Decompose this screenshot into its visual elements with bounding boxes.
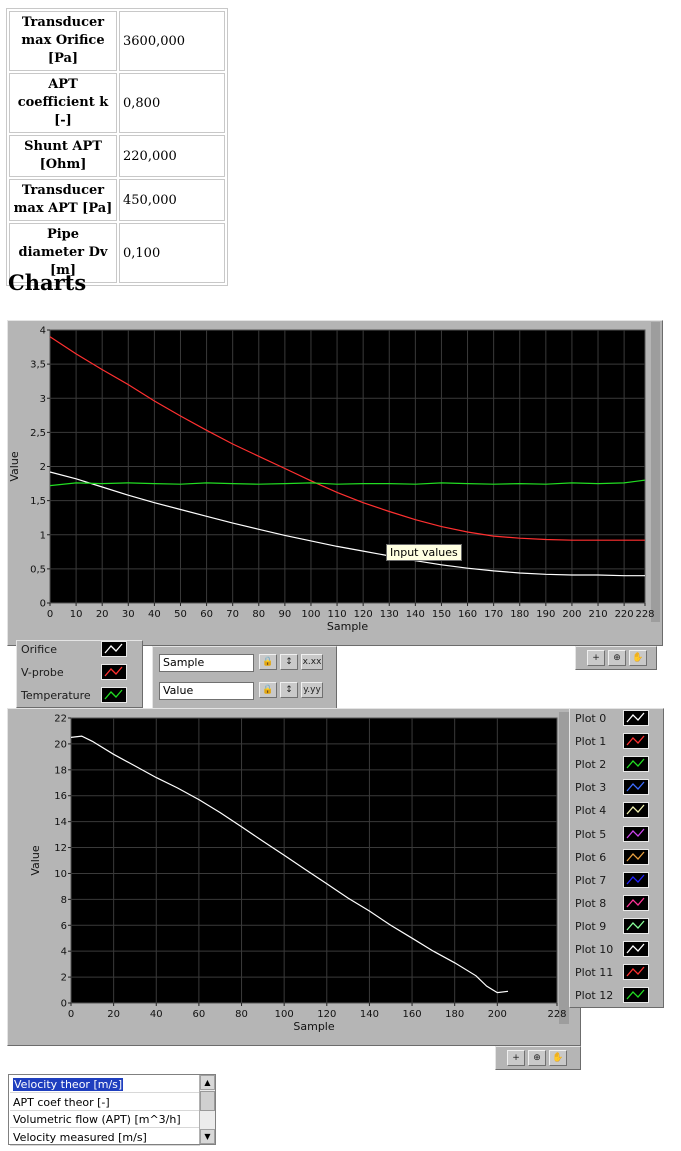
plot-swatch-icon[interactable]: [623, 710, 649, 726]
param-label: Transducer max Orifice [Pa]: [9, 11, 117, 71]
parameter-table: Transducer max Orifice [Pa] 3600,000 APT c…: [6, 8, 228, 286]
legend-entry[interactable]: Plot 7: [575, 871, 655, 891]
legend-label: Plot 3: [575, 781, 607, 795]
legend-label: Plot 1: [575, 735, 607, 749]
param-row: Transducer max Orifice [Pa] 3600,000: [9, 11, 225, 71]
plot-swatch-icon[interactable]: [623, 941, 649, 957]
tooltip: Input values: [386, 544, 462, 561]
legend-entry[interactable]: Plot 1: [575, 732, 655, 752]
section-title: Charts: [8, 270, 87, 295]
plot-swatch-icon[interactable]: [101, 664, 127, 680]
y-axis-lock-button[interactable]: 🔒: [259, 682, 277, 698]
legend-label: Plot 7: [575, 873, 607, 887]
legend-label: Plot 12: [575, 989, 614, 1003]
param-row: APT coefficient k [-] 0,800: [9, 73, 225, 133]
variable-listbox[interactable]: Velocity theor [m/s] APT coef theor [-] Vo…: [8, 1074, 216, 1146]
legend-entry[interactable]: Plot 8: [575, 894, 655, 914]
plot-swatch-icon[interactable]: [101, 641, 127, 657]
legend-entry[interactable]: Plot 6: [575, 848, 655, 868]
plot-swatch-icon[interactable]: [623, 917, 649, 934]
plot-swatch-icon[interactable]: [623, 964, 649, 981]
plot-swatch-icon[interactable]: [623, 756, 649, 773]
plot-swatch-icon[interactable]: [623, 733, 649, 750]
listbox-item[interactable]: APT coef theor [-]: [10, 1094, 200, 1111]
cursor-tool-icon[interactable]: +: [507, 1050, 525, 1066]
plot-swatch-icon[interactable]: [623, 779, 649, 796]
legend-entry[interactable]: Plot 3: [575, 778, 655, 798]
legend-entry[interactable]: Plot 5: [575, 825, 655, 845]
zoom-tool-icon[interactable]: ⊕: [608, 650, 626, 666]
plot-swatch-icon[interactable]: [623, 825, 649, 842]
zoom-tool-icon[interactable]: ⊕: [528, 1050, 546, 1066]
pan-tool-icon[interactable]: ✋: [629, 650, 647, 666]
x-axis-lock-button[interactable]: 🔒: [259, 654, 277, 670]
legend-label: Plot 0: [575, 712, 607, 725]
x-axis-name-field[interactable]: Sample: [159, 654, 254, 672]
plot-swatch-icon[interactable]: [623, 802, 649, 819]
legend-label: Plot 10: [575, 943, 614, 956]
y-autoscale-button[interactable]: ↕: [280, 682, 298, 698]
chart1-scroll-strip: [651, 322, 660, 622]
listbox-item-label: APT coef theor [-]: [13, 1095, 110, 1109]
legend-label: Plot 11: [575, 966, 614, 980]
param-row: Shunt APT [Ohm] 220,000: [9, 135, 225, 177]
param-row: Transducer max APT [Pa] 450,000: [9, 179, 225, 221]
param-value: 220,000: [119, 135, 225, 177]
legend-entry[interactable]: Plot 10: [575, 940, 655, 960]
x-autoscale-button[interactable]: ↕: [280, 654, 298, 670]
legend-label: Plot 4: [575, 804, 607, 818]
param-value: 450,000: [119, 179, 225, 221]
legend-entry[interactable]: Plot 2: [575, 755, 655, 775]
x-format-button[interactable]: x.xx: [301, 654, 323, 670]
legend-entry[interactable]: V-probe: [21, 663, 131, 683]
legend-entry[interactable]: Plot 0: [575, 709, 655, 729]
param-label: Transducer max APT [Pa]: [9, 179, 117, 221]
listbox-item[interactable]: Velocity measured [m/s]: [10, 1129, 200, 1146]
chart1-panel: [7, 320, 663, 646]
plot-swatch-icon[interactable]: [623, 894, 649, 911]
scroll-up-icon[interactable]: ▲: [200, 1075, 215, 1090]
chart2-panel: [7, 708, 581, 1046]
legend-entry[interactable]: Plot 11: [575, 963, 655, 983]
chart2-scroll-strip: [559, 712, 569, 1024]
cursor-tool-icon[interactable]: +: [587, 650, 605, 666]
listbox-item-label: Velocity measured [m/s]: [13, 1130, 147, 1144]
param-value: 0,800: [119, 73, 225, 133]
legend-label: Plot 5: [575, 827, 607, 841]
legend-entry[interactable]: Plot 12: [575, 986, 655, 1006]
param-value: 0,100: [119, 223, 225, 283]
legend-entry[interactable]: Plot 9: [575, 917, 655, 937]
plot-swatch-icon[interactable]: [101, 687, 127, 703]
y-format-button[interactable]: y.yy: [301, 682, 323, 698]
listbox-scrollbar[interactable]: ▲ ▼: [199, 1075, 215, 1144]
pan-tool-icon[interactable]: ✋: [549, 1050, 567, 1066]
plot-swatch-icon[interactable]: [623, 987, 649, 1004]
listbox-item[interactable]: Velocity theor [m/s]: [10, 1076, 200, 1093]
plot-swatch-icon[interactable]: [623, 848, 649, 865]
legend-label: Plot 8: [575, 896, 607, 910]
listbox-item-label: Velocity theor [m/s]: [13, 1078, 124, 1091]
legend-entry[interactable]: Temperature: [21, 686, 131, 706]
legend-label: V-probe: [21, 666, 64, 679]
scroll-down-icon[interactable]: ▼: [200, 1129, 215, 1144]
legend-label: Temperature: [21, 689, 91, 702]
y-axis-name-field[interactable]: Value: [159, 682, 254, 700]
plot-swatch-icon[interactable]: [623, 871, 649, 888]
legend-label: Plot 9: [575, 919, 607, 933]
legend-label: Orifice: [21, 643, 57, 656]
param-label: Shunt APT [Ohm]: [9, 135, 117, 177]
legend-entry[interactable]: Orifice: [21, 640, 131, 660]
listbox-item[interactable]: Volumetric flow (APT) [m^3/h]: [10, 1111, 200, 1128]
legend-label: Plot 6: [575, 850, 607, 864]
legend-label: Plot 2: [575, 758, 607, 772]
listbox-item-label: Volumetric flow (APT) [m^3/h]: [13, 1113, 181, 1126]
scroll-thumb[interactable]: [200, 1091, 215, 1111]
param-value: 3600,000: [119, 11, 225, 71]
legend-entry[interactable]: Plot 4: [575, 801, 655, 821]
param-label: APT coefficient k [-]: [9, 73, 117, 133]
